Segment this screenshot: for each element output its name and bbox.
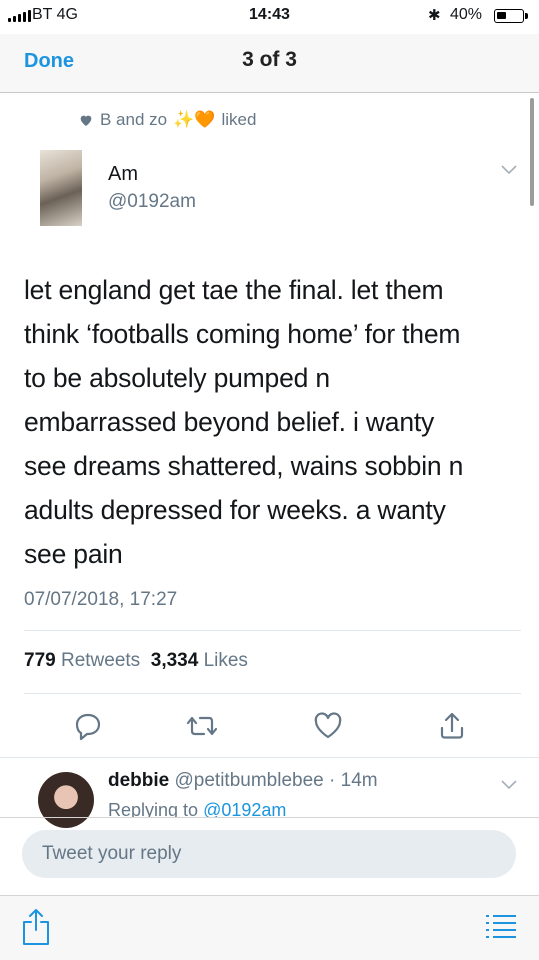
liked-users: B and zo [100, 110, 168, 129]
tweet-stats: 779 Retweets 3,334 Likes [24, 650, 248, 672]
share-icon[interactable] [436, 710, 468, 742]
replying-to-handle[interactable]: @0192am [203, 800, 286, 818]
page-title: 3 of 3 [242, 48, 297, 71]
divider [0, 757, 539, 758]
battery-tip [525, 13, 528, 19]
retweets-count[interactable]: 779 [24, 650, 56, 671]
tweet-line: to be absolutely pumped n [24, 363, 330, 393]
author-handle[interactable]: @0192am [108, 191, 196, 213]
chevron-down-icon[interactable] [500, 163, 518, 177]
retweets-label[interactable]: Retweets [61, 650, 140, 671]
tweet-timestamp: 07/07/2018, 17:27 [24, 589, 178, 610]
bottom-toolbar [0, 896, 539, 960]
divider [24, 693, 521, 694]
reply-header[interactable]: debbie @petitbumblebee · 14m [108, 770, 378, 792]
retweet-icon[interactable] [186, 710, 218, 742]
heart-icon [80, 115, 92, 126]
tweet-line: think ‘footballs coming home’ for them [24, 319, 461, 349]
chevron-down-icon[interactable] [500, 778, 518, 792]
menu-icon[interactable] [484, 912, 518, 940]
reply-age: 14m [340, 770, 378, 791]
share-icon[interactable] [20, 908, 52, 946]
avatar[interactable] [40, 150, 82, 226]
battery-percent: 40% [450, 6, 483, 23]
liked-emoji: ✨🧡 [173, 110, 216, 129]
tweet-line: embarrassed beyond belief. i wanty [24, 407, 435, 437]
reply-placeholder: Tweet your reply [42, 843, 182, 864]
replying-to: Replying to @0192am [108, 800, 286, 818]
reply-icon[interactable] [72, 710, 104, 742]
divider [24, 630, 521, 631]
battery-icon [494, 9, 524, 23]
social-context: B and zo ✨🧡 liked [78, 110, 256, 130]
bluetooth-icon: ✱ [428, 7, 441, 24]
tweet-line: let england get tae the final. let them [24, 275, 444, 305]
reply-input[interactable]: Tweet your reply [22, 830, 516, 878]
author-name[interactable]: Am [108, 163, 138, 186]
divider [0, 817, 539, 818]
reply-avatar[interactable] [38, 772, 94, 828]
scrollbar[interactable] [530, 98, 534, 206]
tweet-text: let england get tae the final. let them … [24, 268, 524, 576]
replying-to-label: Replying to [108, 800, 199, 818]
tweet-line: adults depressed for weeks. a wanty [24, 495, 446, 525]
likes-count[interactable]: 3,334 [151, 650, 199, 671]
tweet-line: see dreams shattered, wains sobbin n [24, 451, 464, 481]
tweet-line: see pain [24, 539, 123, 569]
like-icon[interactable] [312, 710, 344, 742]
liked-label: liked [221, 110, 257, 129]
nav-bar: Done 3 of 3 [0, 34, 539, 93]
status-bar: BT 4G 14:43 ✱ 40% [0, 0, 539, 34]
reply-separator: · [329, 770, 336, 791]
reply-handle[interactable]: @petitbumblebee [175, 770, 324, 791]
reply-name[interactable]: debbie [108, 770, 169, 791]
likes-label[interactable]: Likes [204, 650, 248, 671]
